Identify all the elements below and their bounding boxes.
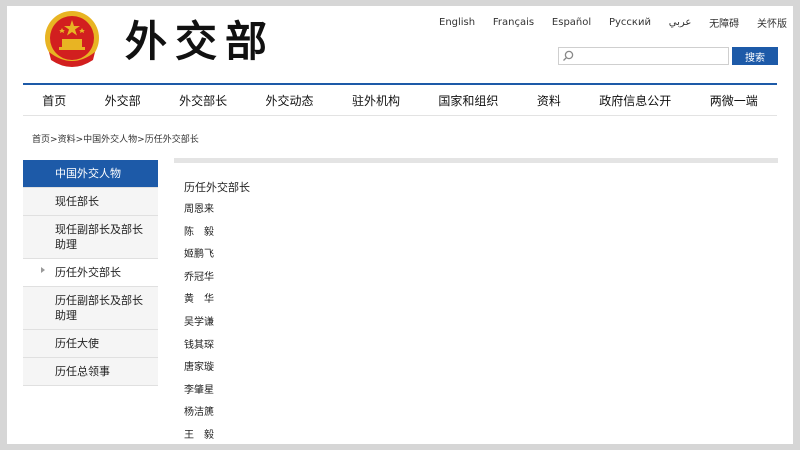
list-item[interactable]: 姬鹏飞: [184, 248, 214, 271]
nav-item-resources[interactable]: 资料: [537, 92, 561, 109]
breadcrumb: 首页>资料>中国外交人物>历任外交部长: [32, 132, 199, 145]
nav-item-missions[interactable]: 驻外机构: [352, 92, 400, 109]
sidebar-item-label: 历任外交部长: [55, 266, 121, 279]
nav-item-minister[interactable]: 外交部长: [179, 92, 227, 109]
nav-item-countries[interactable]: 国家和组织: [438, 92, 498, 109]
list-item[interactable]: 唐家璇: [184, 361, 214, 384]
sidebar-item-former-ambassadors[interactable]: 历任大使: [23, 330, 158, 358]
lang-spanish[interactable]: Español: [552, 17, 591, 28]
breadcrumb-home[interactable]: 首页: [32, 135, 50, 145]
content-title: 历任外交部长: [184, 181, 250, 194]
lang-arabic[interactable]: عربي: [669, 17, 692, 28]
sidebar-item-label: 历任副部长及部长助理: [55, 294, 143, 322]
nav-item-home[interactable]: 首页: [42, 92, 66, 109]
breadcrumb-separator: >: [137, 135, 145, 145]
nav-item-gov-info[interactable]: 政府信息公开: [599, 92, 671, 109]
nav-item-ministry[interactable]: 外交部: [105, 92, 141, 109]
list-item[interactable]: 王 毅: [184, 429, 214, 444]
sidebar-item-label: 历任总领事: [55, 365, 110, 378]
breadcrumb-separator: >: [75, 135, 84, 145]
list-item[interactable]: 陈 毅: [184, 226, 214, 249]
breadcrumb-figures[interactable]: 中国外交人物: [83, 135, 137, 145]
main-nav: 首页 外交部 外交部长 外交动态 驻外机构 国家和组织 资料 政府信息公开 两微…: [23, 87, 777, 113]
sidebar-item-former-ministers[interactable]: 历任外交部长: [23, 259, 158, 287]
breadcrumb-current[interactable]: 历任外交部长: [145, 135, 199, 145]
chevron-right-icon: [41, 267, 45, 273]
breadcrumb-resources[interactable]: 资料: [58, 135, 76, 145]
nav-bottom-border: [23, 115, 777, 116]
search-button[interactable]: 搜索: [732, 47, 778, 65]
sidebar-item-label: 历任大使: [55, 337, 99, 350]
accessibility-link[interactable]: 无障碍: [709, 15, 739, 30]
national-emblem-icon[interactable]: [43, 8, 101, 72]
sidebar-item-label: 现任部长: [55, 195, 99, 208]
nav-item-news[interactable]: 外交动态: [266, 92, 314, 109]
sidebar-item-former-vice-ministers[interactable]: 历任副部长及部长助理: [23, 287, 158, 330]
lang-french[interactable]: Français: [493, 17, 534, 28]
list-item[interactable]: 周恩来: [184, 203, 214, 226]
search-input[interactable]: [577, 49, 727, 63]
list-item[interactable]: 李肇星: [184, 384, 214, 407]
nav-top-border: [23, 83, 777, 85]
lang-english[interactable]: English: [439, 17, 475, 28]
sidebar-title[interactable]: 中国外交人物: [23, 160, 158, 188]
content-header-bar: [174, 158, 778, 163]
search-icon: [563, 50, 574, 61]
language-bar: English Français Español Русский عربي 无障…: [439, 14, 787, 30]
site-logo[interactable]: 外交部: [125, 10, 275, 80]
search-box: [558, 47, 729, 65]
nav-item-social[interactable]: 两微一端: [710, 92, 758, 109]
list-item[interactable]: 乔冠华: [184, 271, 214, 294]
sidebar: 中国外交人物 现任部长 现任副部长及部长助理 历任外交部长 历任副部长及部长助理…: [23, 160, 158, 386]
list-item[interactable]: 黄 华: [184, 293, 214, 316]
list-item[interactable]: 吴学谦: [184, 316, 214, 339]
lang-russian[interactable]: Русский: [609, 17, 651, 28]
sidebar-item-former-consuls-general[interactable]: 历任总领事: [23, 358, 158, 386]
minister-list: 周恩来 陈 毅 姬鹏飞 乔冠华 黄 华 吴学谦 钱其琛 唐家璇 李肇星 杨洁篪 …: [184, 203, 214, 444]
sidebar-item-current-minister[interactable]: 现任部长: [23, 188, 158, 216]
sidebar-item-label: 现任副部长及部长助理: [55, 223, 143, 251]
list-item[interactable]: 杨洁篪: [184, 406, 214, 429]
breadcrumb-separator: >: [50, 135, 58, 145]
list-item[interactable]: 钱其琛: [184, 339, 214, 362]
care-mode-link[interactable]: 关怀版: [757, 15, 787, 30]
sidebar-item-current-vice-ministers[interactable]: 现任副部长及部长助理: [23, 216, 158, 259]
page: 外交部 English Français Español Русский عرب…: [7, 6, 793, 444]
